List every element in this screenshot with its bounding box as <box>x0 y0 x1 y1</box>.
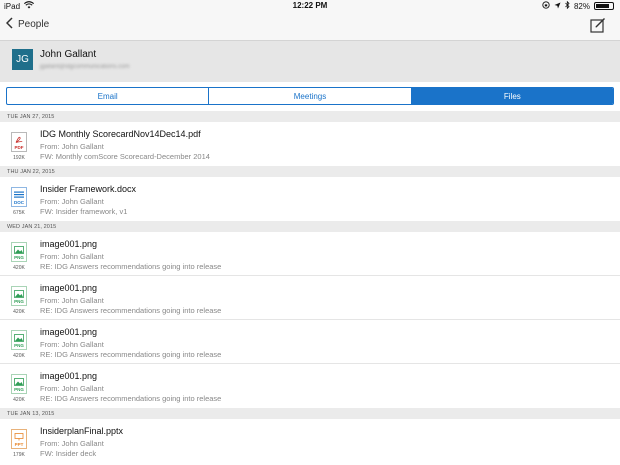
battery-percent: 82% <box>573 1 590 11</box>
battery-icon <box>594 2 614 10</box>
file-sender: From: John Gallant <box>40 384 104 393</box>
pdf-file-icon: PDF <box>11 132 27 152</box>
file-subject: FW: Insider deck <box>40 449 97 458</box>
file-type: DOC <box>14 200 24 205</box>
image-file-icon: PNG <box>11 286 27 306</box>
file-sender: From: John Gallant <box>40 439 104 448</box>
file-size: 420K <box>13 309 25 315</box>
file-subject: RE: IDG Answers recommendations going in… <box>40 262 222 271</box>
status-time: 12:22 PM <box>292 1 328 10</box>
file-type: PNG <box>14 299 24 304</box>
file-sender: From: John Gallant <box>40 340 104 349</box>
rotation-lock-icon <box>542 1 550 11</box>
file-name: image001.png <box>40 371 98 381</box>
file-row[interactable]: PNG 420K image001.png From: John Gallant… <box>0 320 620 364</box>
file-type: PPT <box>14 442 24 447</box>
segmented-tabs: Email Meetings Files <box>6 87 614 105</box>
file-sender: From: John Gallant <box>40 197 104 206</box>
file-row[interactable]: PPT 179K InsiderplanFinal.pptx From: Joh… <box>0 419 620 463</box>
back-label: People <box>18 19 50 30</box>
tab-email[interactable]: Email <box>7 88 210 104</box>
file-subject: RE: IDG Answers recommendations going in… <box>40 350 222 359</box>
file-size: 420K <box>13 265 25 271</box>
file-row[interactable]: PNG 420K image001.png From: John Gallant… <box>0 276 620 320</box>
contact-name: John Gallant <box>40 49 97 60</box>
contact-header: JG John Gallant jgallant@idgcommunicatio… <box>0 40 620 82</box>
file-name: image001.png <box>40 283 98 293</box>
file-subject: FW: Insider framework, v1 <box>40 207 128 216</box>
bluetooth-icon <box>565 0 570 11</box>
file-subject: RE: IDG Answers recommendations going in… <box>40 306 222 315</box>
file-row[interactable]: PDF 192K IDG Monthly ScorecardNov14Dec14… <box>0 122 620 166</box>
chevron-left-icon <box>5 17 13 32</box>
file-row[interactable]: DOC 675K Insider Framework.docx From: Jo… <box>0 177 620 221</box>
navigation-bar: People <box>0 12 620 40</box>
file-sender: From: John Gallant <box>40 142 104 151</box>
tab-meetings[interactable]: Meetings <box>209 88 412 104</box>
back-button[interactable]: People <box>5 17 50 32</box>
file-name: InsiderplanFinal.pptx <box>40 426 124 436</box>
file-list: TUE JAN 27, 2015 PDF 192K IDG Monthly Sc… <box>0 111 620 463</box>
status-bar: iPad 12:22 PM 82% <box>0 0 620 12</box>
location-icon <box>554 2 561 11</box>
file-type: PDF <box>14 145 24 150</box>
compose-button[interactable] <box>590 17 606 38</box>
file-type: PNG <box>14 255 24 260</box>
file-type: PNG <box>14 343 24 348</box>
file-sender: From: John Gallant <box>40 252 104 261</box>
file-size: 192K <box>13 155 25 161</box>
file-name: image001.png <box>40 327 98 337</box>
date-header: WED JAN 21, 2015 <box>0 221 620 232</box>
file-row[interactable]: PNG 420K image001.png From: John Gallant… <box>0 232 620 276</box>
avatar: JG <box>12 49 33 70</box>
contact-email: jgallant@idgcommunications.com <box>40 64 130 70</box>
status-right: 82% <box>542 0 614 11</box>
file-size: 420K <box>13 353 25 359</box>
date-header: TUE JAN 13, 2015 <box>0 408 620 419</box>
file-sender: From: John Gallant <box>40 296 104 305</box>
image-file-icon: PNG <box>11 242 27 262</box>
ppt-file-icon: PPT <box>11 429 27 449</box>
file-name: IDG Monthly ScorecardNov14Dec14.pdf <box>40 129 201 139</box>
battery-fill <box>596 4 610 8</box>
image-file-icon: PNG <box>11 374 27 394</box>
file-subject: RE: IDG Answers recommendations going in… <box>40 394 222 403</box>
file-row[interactable]: PNG 420K image001.png From: John Gallant… <box>0 364 620 408</box>
file-size: 179K <box>13 452 25 458</box>
tab-files[interactable]: Files <box>411 88 613 104</box>
image-file-icon: PNG <box>11 330 27 350</box>
compose-icon <box>590 18 606 37</box>
file-size: 420K <box>13 397 25 403</box>
date-header: TUE JAN 27, 2015 <box>0 111 620 122</box>
doc-file-icon: DOC <box>11 187 27 207</box>
file-type: PNG <box>14 387 24 392</box>
file-size: 675K <box>13 210 25 216</box>
file-name: image001.png <box>40 239 98 249</box>
file-name: Insider Framework.docx <box>40 184 137 194</box>
date-header: THU JAN 22, 2015 <box>0 166 620 177</box>
file-subject: FW: Monthly comScore Scorecard-December … <box>40 152 210 161</box>
